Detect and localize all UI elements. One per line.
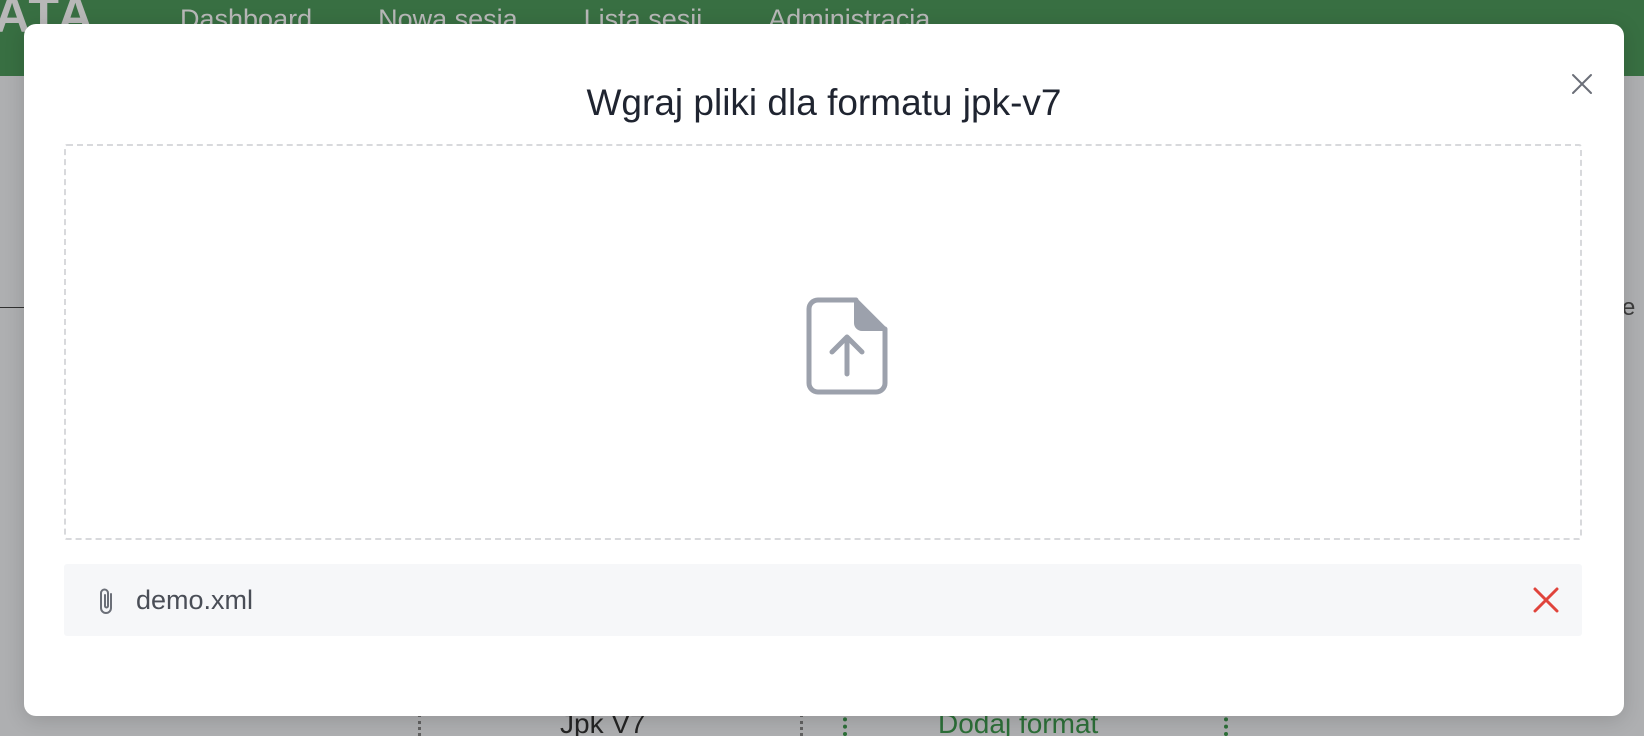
remove-file-icon — [1533, 587, 1559, 613]
paperclip-icon — [100, 588, 112, 614]
close-icon — [1572, 74, 1592, 94]
upload-files-modal: Wgraj pliki dla formatu jpk-v7 demo.xml — [24, 24, 1624, 716]
file-dropzone[interactable] — [64, 144, 1582, 540]
modal-title: Wgraj pliki dla formatu jpk-v7 — [586, 82, 1062, 123]
remove-file-button[interactable] — [1530, 584, 1562, 616]
file-upload-icon — [806, 297, 888, 395]
file-name: demo.xml — [136, 585, 254, 615]
close-button[interactable] — [1560, 62, 1604, 106]
uploaded-file-item: demo.xml — [64, 564, 1582, 636]
